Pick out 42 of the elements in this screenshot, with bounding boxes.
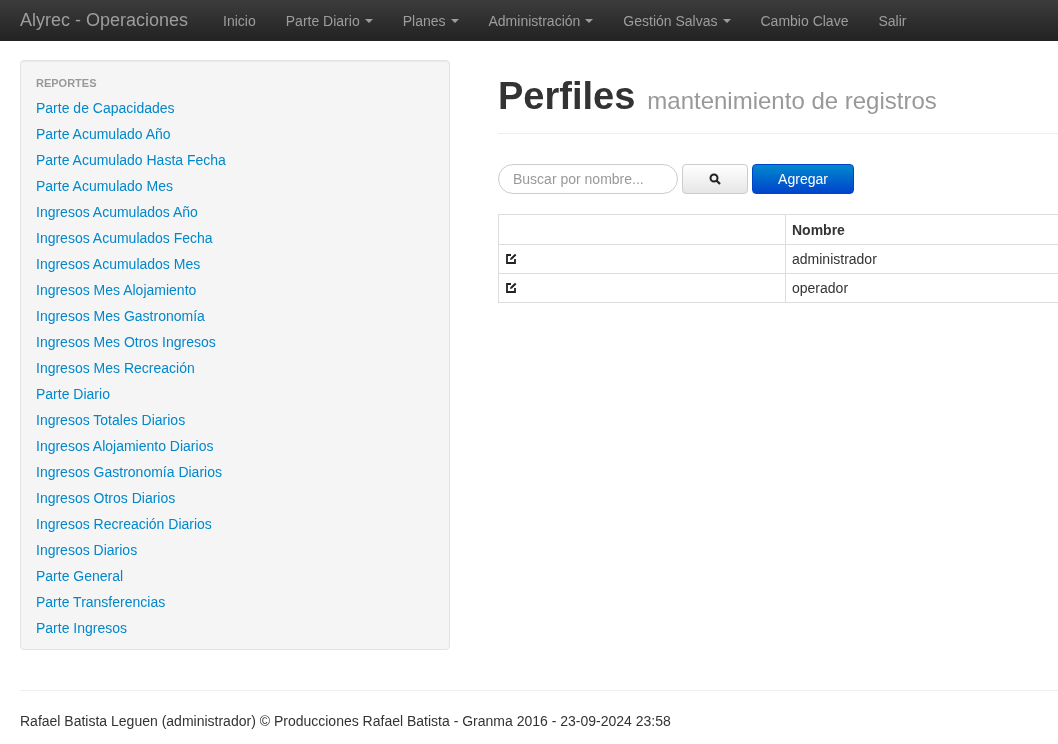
- page-title: Perfiles: [498, 75, 636, 118]
- nav-item[interactable]: Salir: [863, 12, 922, 29]
- search-button[interactable]: [682, 164, 748, 194]
- sidebar-link[interactable]: Parte General: [36, 563, 124, 589]
- sidebar-link[interactable]: Ingresos Alojamiento Diarios: [36, 433, 214, 459]
- nav-item[interactable]: Parte Diario: [270, 12, 388, 29]
- column-header: Nombre: [785, 215, 1058, 244]
- sidebar-link[interactable]: Parte Ingresos: [36, 615, 128, 641]
- sidebar-link[interactable]: Parte Transferencias: [36, 589, 166, 615]
- page-subtitle: mantenimiento de registros: [647, 87, 937, 115]
- sidebar-link[interactable]: Ingresos Otros Diarios: [36, 485, 176, 511]
- sidebar-link[interactable]: Ingresos Mes Alojamiento: [36, 277, 197, 303]
- search-field[interactable]: Buscar por nombre...: [498, 164, 678, 194]
- table-cell: administrador: [785, 244, 1058, 273]
- sidebar-link[interactable]: Parte Acumulado Mes: [36, 173, 173, 199]
- sidebar-link[interactable]: Ingresos Diarios: [36, 537, 138, 563]
- sidebar-link[interactable]: Ingresos Acumulados Mes: [36, 251, 201, 277]
- sidebar-link[interactable]: Ingresos Gastronomía Diarios: [36, 459, 222, 485]
- sidebar-link[interactable]: Parte de Capacidades: [36, 95, 175, 121]
- sidebar-link[interactable]: Ingresos Recreación Diarios: [36, 511, 212, 537]
- sidebar-link[interactable]: Ingresos Mes Recreación: [36, 355, 195, 381]
- sidebar-link[interactable]: Parte Diario: [36, 381, 110, 407]
- brand[interactable]: Alyrec - Operaciones: [20, 10, 189, 31]
- sidebar-link[interactable]: Ingresos Mes Gastronomía: [36, 303, 205, 329]
- nav-item[interactable]: Inicio: [208, 12, 271, 29]
- search-icon: [709, 173, 721, 185]
- nav-item[interactable]: Gestión Salvas: [608, 12, 746, 29]
- nav-item[interactable]: Administración: [473, 12, 609, 29]
- nav-item[interactable]: Cambio Clave: [745, 12, 864, 29]
- nav-item[interactable]: Planes: [387, 12, 474, 29]
- footer-text: Rafael Batista Leguen (administrador) © Producciones Rafael Batista - Granma 2016 - 23-09-2024 23:58: [20, 690, 1058, 729]
- sidebar-link[interactable]: Ingresos Acumulados Fecha: [36, 225, 213, 251]
- edit-icon[interactable]: [505, 253, 517, 265]
- edit-icon[interactable]: [505, 282, 517, 294]
- sidebar-link[interactable]: Ingresos Totales Diarios: [36, 407, 186, 433]
- table-cell: operador: [785, 273, 1058, 302]
- sidebar-link[interactable]: Parte Acumulado Año: [36, 121, 171, 147]
- sidebar-link[interactable]: Parte Acumulado Hasta Fecha: [36, 147, 226, 173]
- sidebar-heading: REPORTES: [36, 76, 98, 91]
- sidebar-link[interactable]: Ingresos Mes Otros Ingresos: [36, 329, 216, 355]
- sidebar-link[interactable]: Ingresos Acumulados Año: [36, 199, 198, 225]
- add-button[interactable]: Agregar: [752, 164, 854, 194]
